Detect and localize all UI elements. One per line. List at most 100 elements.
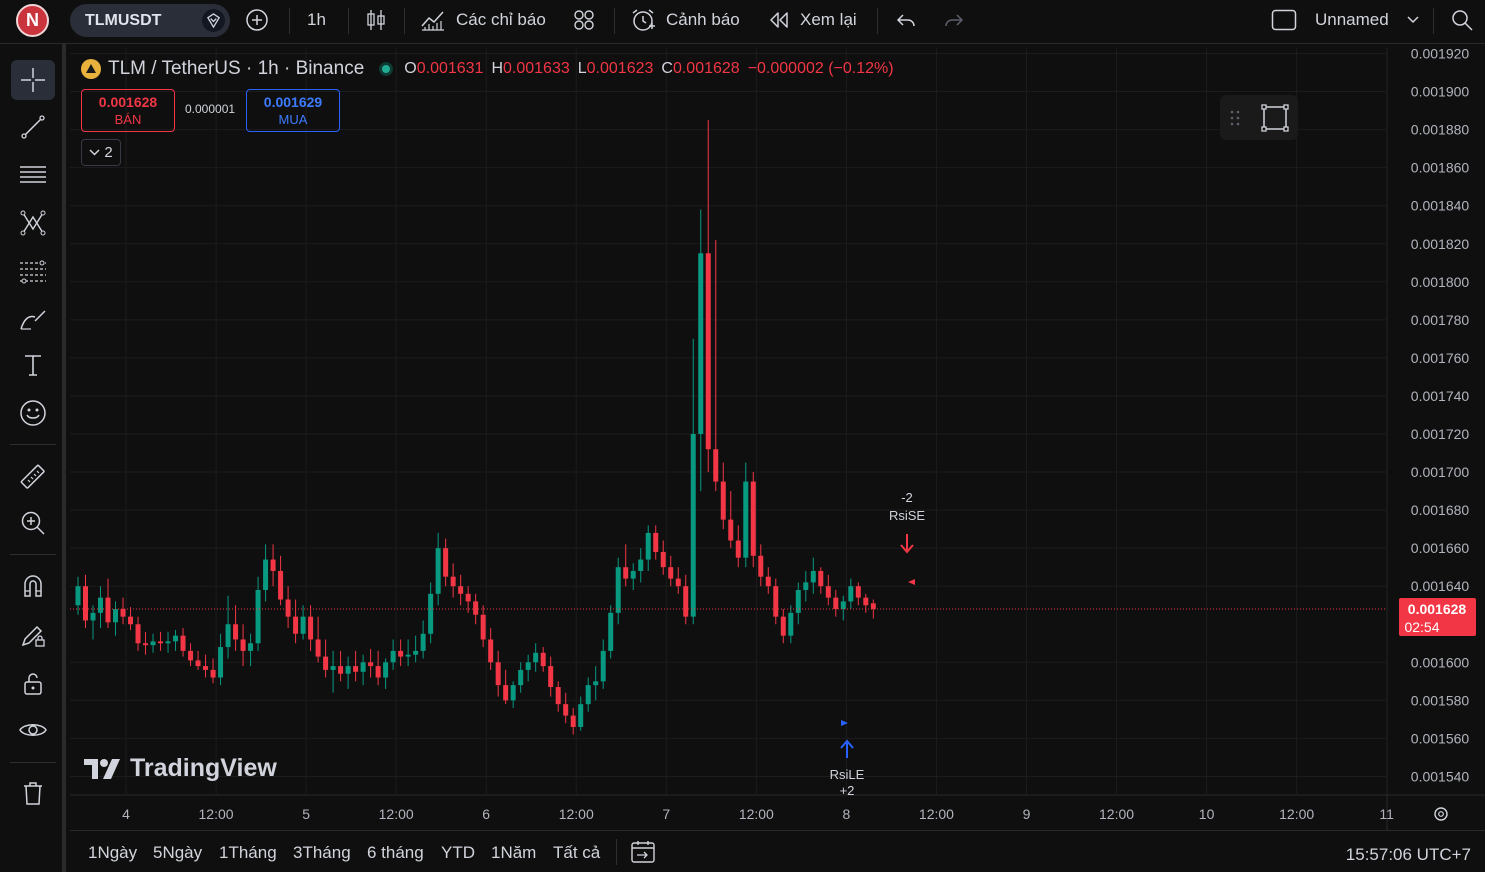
candle	[278, 555, 284, 606]
interval-button[interactable]: 1h	[307, 0, 326, 40]
text-tool[interactable]	[11, 345, 55, 385]
candle	[233, 605, 239, 651]
range-1d[interactable]: 1Ngày	[88, 843, 137, 863]
short-signal-arrow-icon	[900, 534, 914, 554]
candle	[735, 525, 741, 568]
range-6m[interactable]: 6 tháng	[367, 843, 424, 863]
brush-tool[interactable]	[11, 299, 55, 339]
short-signal-qty: -2	[901, 490, 913, 505]
trend-line-tool[interactable]	[11, 107, 55, 147]
indicators-label: Các chỉ báo	[456, 10, 546, 29]
indicator-count: 2	[104, 144, 113, 161]
separator	[10, 762, 56, 763]
chevron-down-icon	[89, 148, 100, 156]
keep-drawing-tool[interactable]	[11, 615, 55, 655]
candle	[653, 525, 659, 560]
lock-drawings-tool[interactable]	[11, 663, 55, 703]
candle	[503, 669, 509, 705]
crosshair-tool[interactable]	[11, 60, 55, 100]
go-to-date-button[interactable]	[630, 840, 656, 869]
candle	[863, 593, 869, 613]
separator	[348, 8, 349, 34]
price-axis-label: 0.001560	[1411, 730, 1470, 746]
candle	[780, 609, 786, 644]
market-status-icon[interactable]	[378, 61, 394, 77]
quick-search-button[interactable]	[1450, 0, 1474, 40]
indicators-button[interactable]: Các chỉ báo	[420, 0, 546, 40]
alarm-clock-icon	[632, 9, 655, 31]
candle	[150, 633, 156, 653]
clock-timezone[interactable]: 15:57:06 UTC+7	[1346, 845, 1471, 865]
price-change: −0.000002 (−0.12%)	[747, 60, 894, 77]
short-entry-marker-icon	[908, 579, 915, 585]
crosshair-icon	[21, 68, 45, 92]
tradingview-logo[interactable]: TradingView	[84, 754, 277, 783]
time-axis-label: 6	[482, 806, 490, 822]
remove-drawings-tool[interactable]	[11, 773, 55, 813]
magnet-tool[interactable]	[11, 566, 55, 606]
hide-drawings-tool[interactable]	[11, 710, 55, 750]
candle	[338, 650, 344, 682]
indicators-collapse-button[interactable]: 2	[81, 139, 121, 166]
measure-tool[interactable]	[11, 457, 55, 497]
candle	[165, 631, 171, 653]
price-axis-label: 0.001780	[1411, 312, 1470, 328]
range-1m[interactable]: 1Tháng	[219, 843, 277, 863]
fullscreen-icon[interactable]	[1260, 103, 1290, 133]
symbol-info-icon[interactable]	[202, 9, 225, 32]
zoom-tool[interactable]	[11, 503, 55, 543]
emoji-tool[interactable]	[11, 393, 55, 433]
sell-label: BÁN	[114, 111, 142, 127]
zoom-in-icon	[21, 511, 45, 535]
candle	[285, 586, 291, 629]
time-axis-label: 10	[1199, 806, 1215, 822]
candle	[825, 574, 831, 606]
redo-button[interactable]	[943, 0, 965, 40]
chart-type-button[interactable]	[365, 0, 387, 40]
range-all[interactable]: Tất cả	[553, 843, 600, 863]
drawing-toolbar	[0, 44, 66, 872]
sell-price: 0.001628	[98, 93, 158, 110]
range-1y[interactable]: 1Năm	[491, 843, 536, 863]
layout-menu-button[interactable]: Unnamed	[1271, 0, 1419, 40]
legend-title[interactable]: TLM / TetherUS · 1h · Binance	[108, 58, 364, 80]
time-axis-label: 11	[1379, 806, 1394, 822]
symbol-search-button[interactable]: TLMUSDT	[70, 4, 230, 37]
candle	[443, 538, 449, 587]
time-axis-label: 12:00	[1279, 806, 1314, 822]
price-axis-label: 0.001740	[1411, 388, 1470, 404]
range-ytd[interactable]: YTD	[441, 843, 475, 863]
candle	[668, 555, 674, 587]
candle	[570, 707, 576, 735]
candle	[255, 576, 261, 651]
range-5d[interactable]: 5Ngày	[153, 843, 202, 863]
alert-button[interactable]: Cảnh báo	[630, 0, 740, 40]
ruler-icon	[20, 464, 45, 489]
price-chart[interactable]: 0.001628 02:54 -2 RsiSE RsiLE+2 0.001920 0.00…	[70, 48, 1485, 830]
templates-button[interactable]	[572, 0, 596, 40]
chart-settings-icon[interactable]	[1434, 807, 1448, 821]
undo-button[interactable]	[895, 0, 917, 40]
candle	[173, 629, 179, 651]
range-3m[interactable]: 3Tháng	[293, 843, 351, 863]
price-axis-label: 0.001700	[1411, 464, 1470, 480]
candle	[368, 648, 374, 678]
rewind-icon	[770, 12, 788, 28]
compare-symbol-button[interactable]	[245, 0, 269, 40]
candle	[593, 666, 599, 701]
user-avatar[interactable]: N	[16, 4, 49, 37]
candle	[623, 544, 629, 587]
calendar-icon	[631, 841, 655, 863]
candle	[390, 639, 396, 670]
buy-button[interactable]: 0.001629 MUA	[246, 89, 340, 132]
candle	[728, 491, 734, 549]
chart-pane[interactable]: 0.001628 02:54 -2 RsiSE RsiLE +2 0.001920 0.00…	[70, 48, 1485, 830]
ohlc-values: O0.001631 H0.001633 L0.001623 C0.001628 …	[404, 60, 894, 77]
drag-handle-icon[interactable]	[1228, 108, 1242, 128]
fib-tool[interactable]	[11, 251, 55, 291]
horizontal-lines-tool[interactable]	[11, 155, 55, 195]
replay-button[interactable]: Xem lại	[768, 0, 857, 40]
candle	[578, 696, 584, 731]
pattern-tool[interactable]	[11, 203, 55, 243]
sell-button[interactable]: 0.001628 BÁN	[81, 89, 175, 132]
